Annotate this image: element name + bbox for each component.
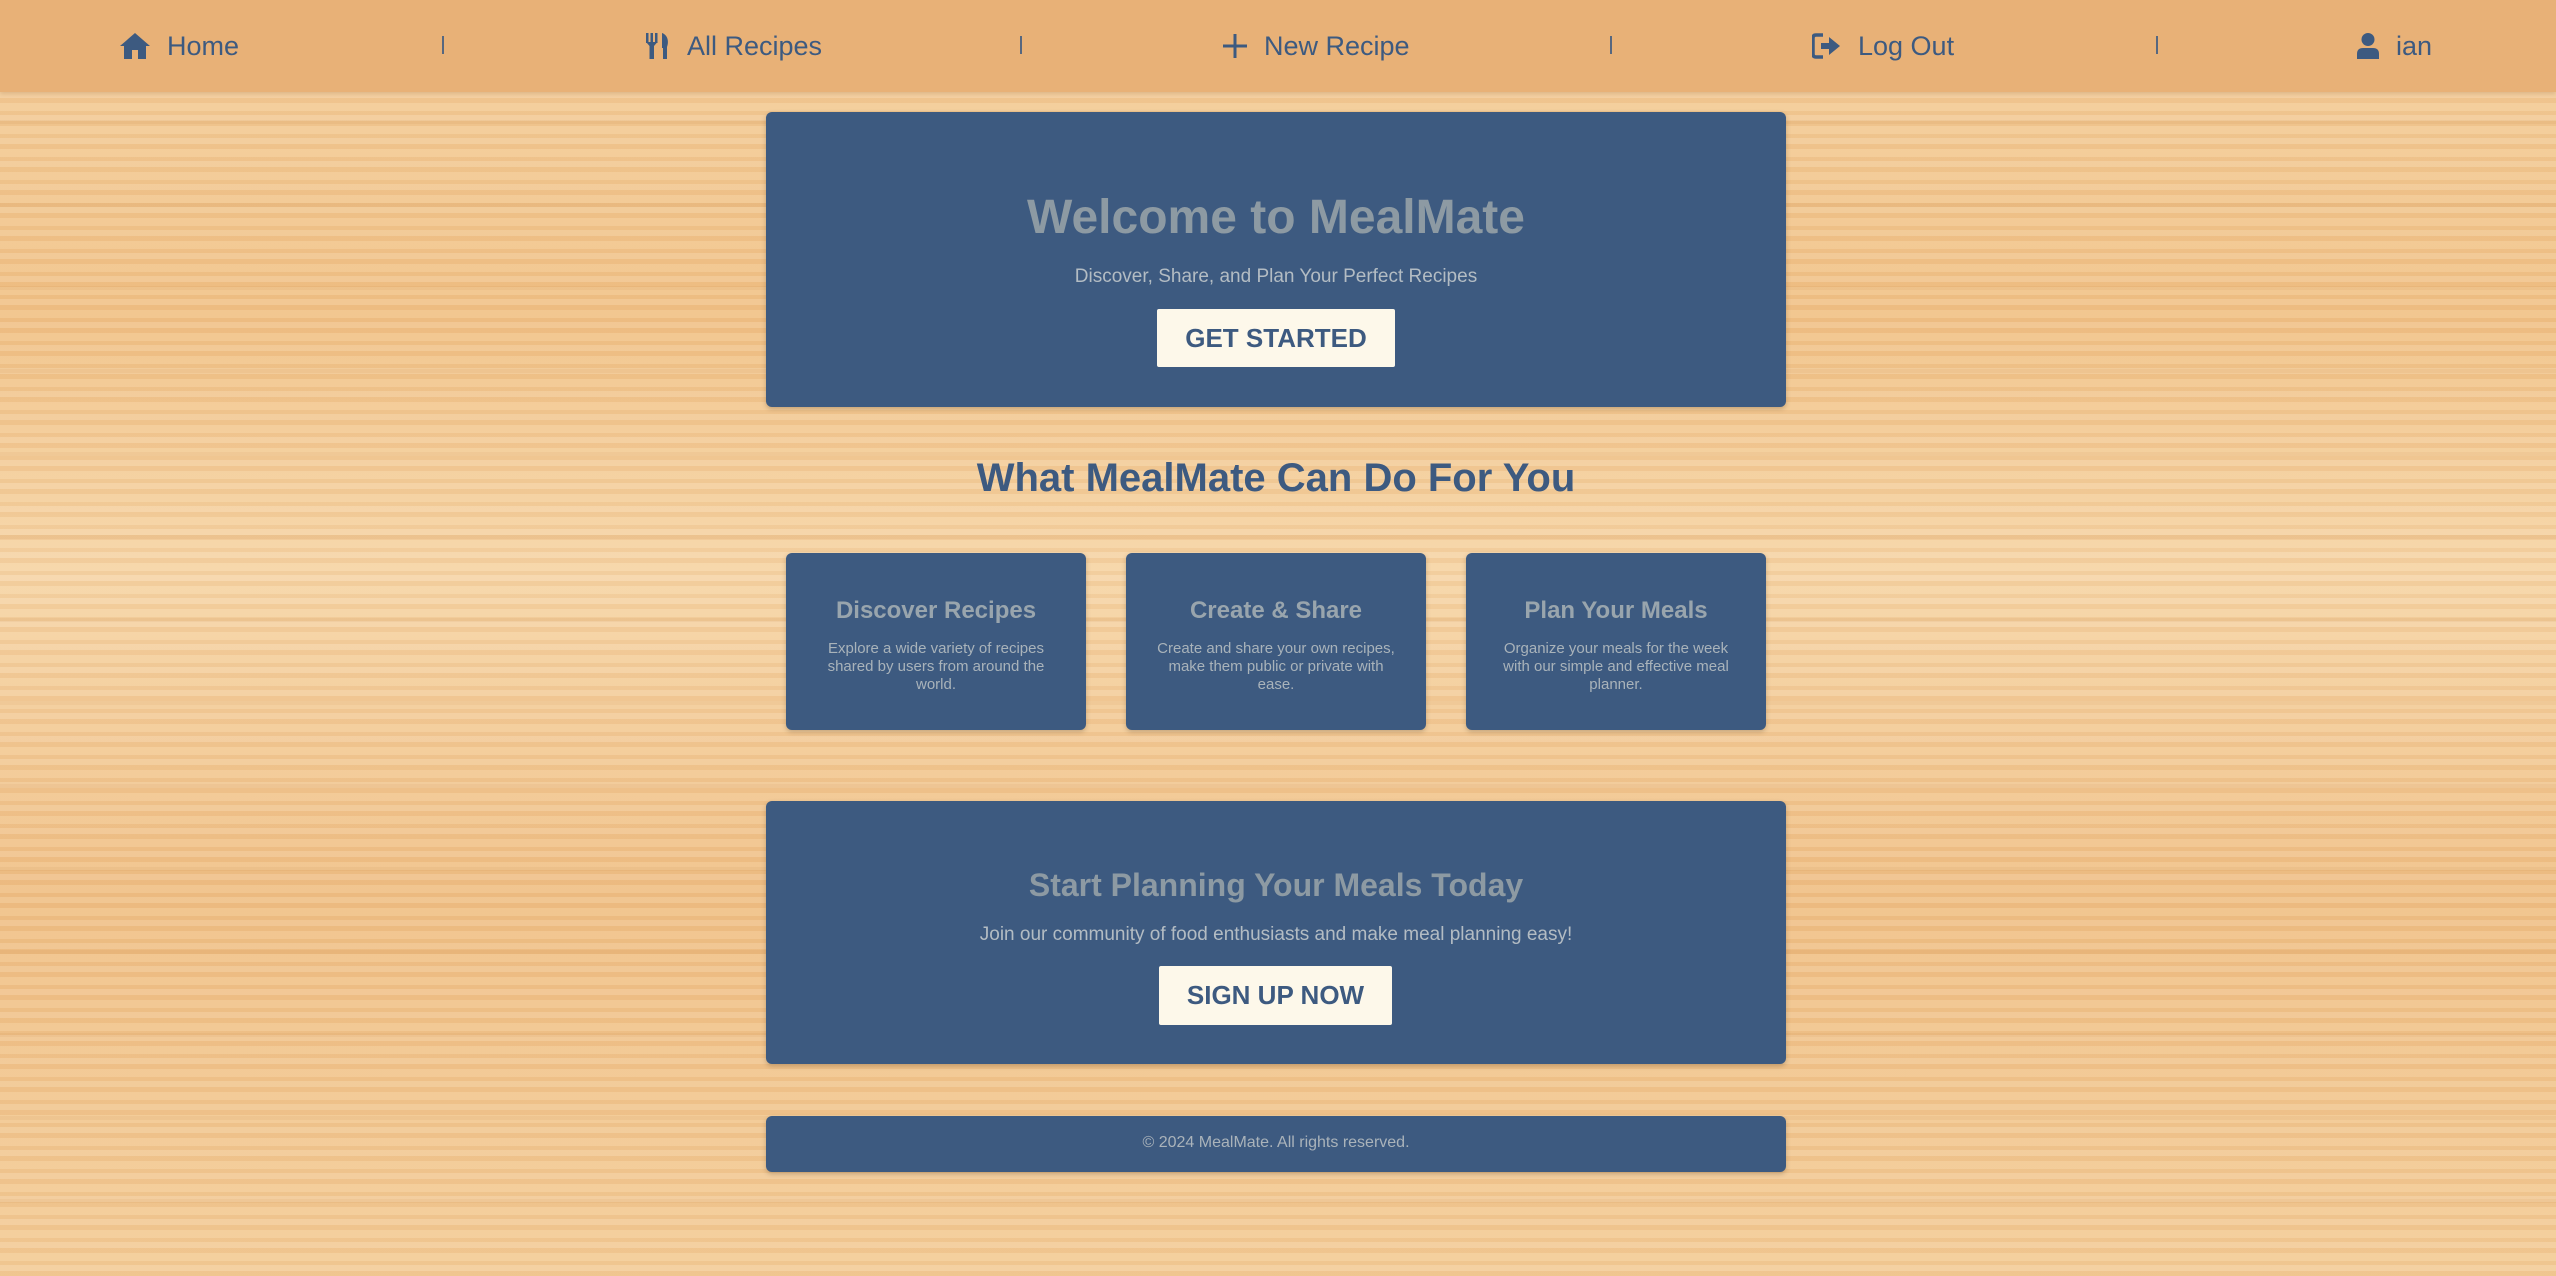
nav-home-link[interactable]: Home: [119, 0, 239, 92]
nav-new-recipe-link[interactable]: New Recipe: [1222, 0, 1410, 92]
home-icon: [119, 32, 151, 60]
feature-card-title: Discover Recipes: [835, 597, 1037, 624]
nav-divider: [442, 36, 444, 54]
nav-divider: [2156, 36, 2158, 54]
top-navbar: Home All Recipes New Recipe Log Out ian: [0, 0, 2556, 92]
footer: © 2024 MealMate. All rights reserved.: [766, 1116, 1786, 1172]
feature-card-create-share: Create & Share Create and share your own…: [1126, 553, 1426, 730]
cta-section: Start Planning Your Meals Today Join our…: [766, 801, 1786, 1064]
plus-icon: [1222, 33, 1248, 59]
user-icon: [2356, 32, 2380, 60]
features-heading: What MealMate Can Do For You: [976, 456, 1576, 500]
footer-copyright: © 2024 MealMate. All rights reserved.: [1142, 1134, 1410, 1151]
sign-up-now-button[interactable]: SIGN UP NOW: [1159, 966, 1392, 1025]
feature-card-plan-meals: Plan Your Meals Organize your meals for …: [1466, 553, 1766, 730]
nav-all-recipes-label: All Recipes: [687, 30, 823, 61]
feature-card-text: Explore a wide variety of recipes shared…: [827, 640, 1045, 693]
nav-all-recipes-link[interactable]: All Recipes: [645, 0, 822, 92]
nav-log-out-link[interactable]: Log Out: [1812, 0, 1954, 92]
get-started-button[interactable]: GET STARTED: [1157, 309, 1395, 367]
nav-divider: [1610, 36, 1612, 54]
nav-home-label: Home: [167, 30, 240, 61]
feature-card-discover: Discover Recipes Explore a wide variety …: [786, 553, 1086, 730]
hero-title: Welcome to MealMate: [1027, 191, 1525, 244]
hero-section: Welcome to MealMate Discover, Share, and…: [766, 112, 1786, 407]
cta-title: Start Planning Your Meals Today: [1028, 867, 1524, 903]
hero-subtitle: Discover, Share, and Plan Your Perfect R…: [1074, 266, 1478, 287]
nav-divider: [1020, 36, 1022, 54]
feature-card-title: Create & Share: [1189, 597, 1363, 624]
nav-new-recipe-label: New Recipe: [1264, 30, 1410, 61]
nav-log-out-label: Log Out: [1858, 30, 1955, 61]
feature-card-title: Plan Your Meals: [1524, 597, 1708, 624]
feature-card-text: Create and share your own recipes, make …: [1157, 640, 1395, 693]
feature-card-text: Organize your meals for the week with ou…: [1503, 640, 1729, 693]
nav-user-link[interactable]: ian: [2356, 0, 2432, 92]
utensils-icon: [645, 32, 671, 60]
sign-out-icon: [1812, 33, 1842, 59]
nav-user-label: ian: [2396, 30, 2433, 61]
cta-subtitle: Join our community of food enthusiasts a…: [979, 924, 1573, 945]
